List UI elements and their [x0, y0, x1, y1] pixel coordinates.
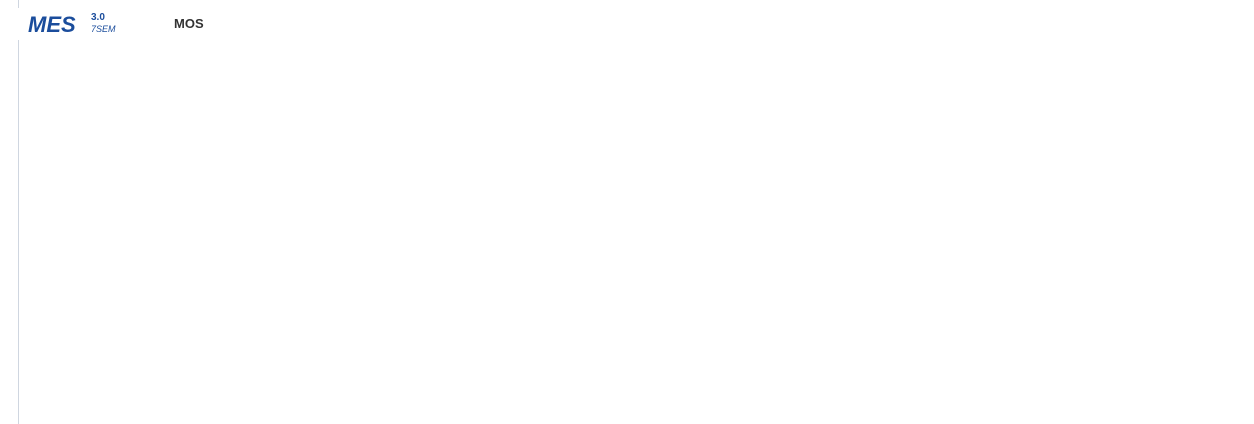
module-tab-mos[interactable]: MOS — [166, 13, 212, 35]
module-tab-rpt — [238, 13, 254, 35]
top-header: MES 3.0 7SEM MOS — [18, 8, 1254, 40]
module-nav: MOS — [166, 13, 254, 35]
page-left-border — [18, 0, 19, 424]
logo-text: MES — [28, 12, 76, 37]
logo-subtitle: 7SEM — [91, 24, 116, 34]
logo-version: 3.0 — [91, 12, 105, 23]
